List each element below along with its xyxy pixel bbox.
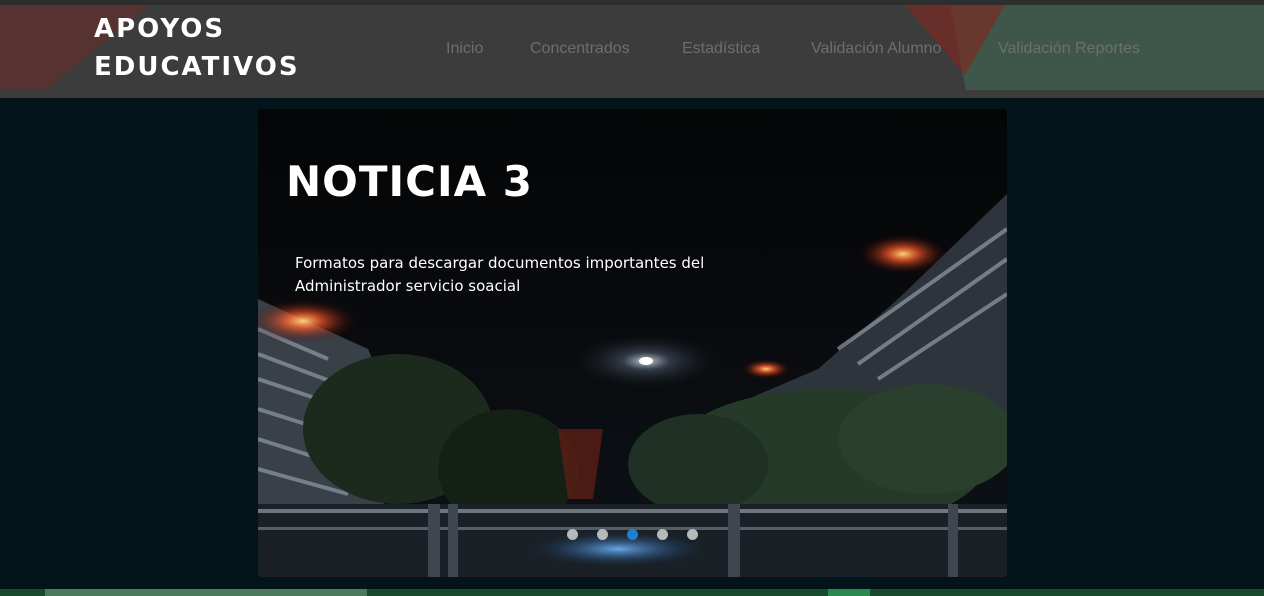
nav-link-validacion-reportes[interactable]: Validación Reportes — [998, 40, 1140, 58]
brand-line-2: EDUCATIVOS — [94, 52, 300, 82]
nav-link-validacion-alumno[interactable]: Validación Alumno — [811, 40, 941, 58]
bottom-bar-accent — [828, 589, 870, 596]
slide-title: NOTICIA 3 — [286, 157, 533, 206]
slide-description: Formatos para descargar documentos impor… — [295, 254, 705, 295]
carousel-indicator-4[interactable] — [657, 529, 668, 540]
news-carousel[interactable]: NOTICIA 3 Formatos para descargar docume… — [258, 109, 1007, 577]
bottom-bar-segment — [45, 589, 367, 596]
carousel-indicators — [258, 529, 1007, 541]
nav-link-estadistica[interactable]: Estadística — [682, 40, 760, 58]
brand-line-1: APOYOS — [94, 14, 226, 44]
carousel-indicator-1[interactable] — [567, 529, 578, 540]
nav-link-concentrados[interactable]: Concentrados — [530, 40, 630, 58]
carousel-indicator-3[interactable] — [627, 529, 638, 540]
carousel-indicator-5[interactable] — [687, 529, 698, 540]
carousel-indicator-2[interactable] — [597, 529, 608, 540]
nav-link-inicio[interactable]: Inicio — [446, 40, 483, 58]
site-brand[interactable]: APOYOS EDUCATIVOS — [94, 10, 300, 86]
